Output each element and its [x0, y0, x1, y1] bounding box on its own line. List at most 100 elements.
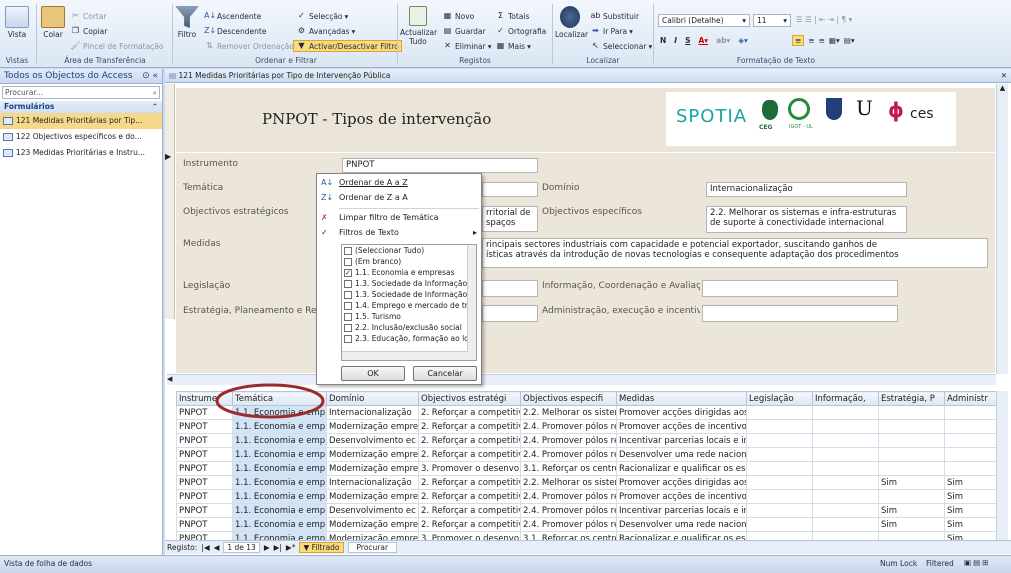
table-cell[interactable]: 1.1. Economia e emp: [232, 433, 327, 448]
scroll-up-icon[interactable]: ▲: [997, 84, 1008, 92]
font-size-select[interactable]: 11 ▾: [753, 14, 791, 27]
toggle-filter-button[interactable]: ▼ Activar/Desactivar Filtro: [293, 40, 402, 52]
table-cell[interactable]: 2. Reforçar a competitiv: [418, 475, 521, 490]
objectivos-especificos-field[interactable]: 2.2. Melhorar os sistemas e infra-estrut…: [706, 206, 907, 233]
checkbox-checked-icon[interactable]: ✓: [344, 268, 352, 277]
table-cell[interactable]: 2.4. Promover pólos re: [520, 503, 617, 518]
table-cell[interactable]: [746, 489, 813, 504]
table-cell[interactable]: Sim: [944, 503, 997, 518]
form-vertical-scrollbar[interactable]: ▲: [996, 84, 1008, 374]
cancel-button[interactable]: Cancelar: [413, 366, 477, 381]
checkbox-icon[interactable]: [344, 290, 352, 299]
table-cell[interactable]: 2. Reforçar a competitiv: [418, 503, 521, 518]
table-cell[interactable]: Internacionalização: [326, 475, 419, 490]
list-horizontal-scrollbar[interactable]: [342, 351, 468, 360]
table-cell[interactable]: 2.4. Promover pólos re: [520, 517, 617, 532]
previous-record-button[interactable]: ◀: [214, 543, 220, 552]
table-cell[interactable]: [746, 433, 813, 448]
last-record-button[interactable]: ▶|: [274, 543, 282, 552]
column-header[interactable]: Domínio: [326, 391, 419, 406]
table-cell[interactable]: [746, 419, 813, 434]
table-cell[interactable]: 2. Reforçar a competitiv: [418, 447, 521, 462]
scroll-left-icon[interactable]: ◀: [167, 375, 172, 383]
table-row[interactable]: PNPOT 1.1. Economia e emp Internacionaliza…: [176, 475, 997, 490]
paste-button[interactable]: Colar: [40, 6, 66, 39]
font-family-select[interactable]: Calibri (Detalhe) ▾: [658, 14, 750, 27]
column-header[interactable]: Objectivos especifi: [520, 391, 617, 406]
table-cell[interactable]: Modernização empre: [326, 419, 419, 434]
totals-button[interactable]: Σ Totais: [495, 11, 529, 21]
new-record-nav-button[interactable]: ▶*: [286, 543, 296, 552]
list-buttons[interactable]: ☰ ☰ | ⇤ ⇥ | ¶ ▾: [796, 15, 852, 24]
table-cell[interactable]: 2.4. Promover pólos re: [520, 433, 617, 448]
filter-option[interactable]: 1.4. Emprego e mercado de trat: [342, 300, 476, 311]
table-cell[interactable]: [878, 461, 945, 476]
table-cell[interactable]: [746, 447, 813, 462]
go-to-button[interactable]: ➡ Ir Para ▾: [590, 26, 633, 36]
table-row[interactable]: PNPOT 1.1. Economia e emp Modernização emp…: [176, 517, 997, 532]
close-icon[interactable]: ✕: [1001, 71, 1007, 80]
table-cell[interactable]: Promover acções dirigidas aos: [616, 405, 747, 420]
table-cell[interactable]: [878, 447, 945, 462]
table-cell[interactable]: [812, 405, 879, 420]
table-cell[interactable]: PNPOT: [176, 447, 233, 462]
format-painter-button[interactable]: 🖌 Pincel de Formatação: [70, 41, 163, 51]
table-cell[interactable]: PNPOT: [176, 489, 233, 504]
view-button[interactable]: Vista: [4, 6, 30, 39]
filter-option[interactable]: 2.2. Inclusão/exclusão social: [342, 322, 476, 333]
objectivos-estrategicos-field[interactable]: rritorial de spaços: [482, 206, 538, 232]
table-row[interactable]: PNPOT 1.1. Economia e emp Modernização emp…: [176, 461, 997, 476]
table-cell[interactable]: [812, 489, 879, 504]
advanced-filter-button[interactable]: ⚙ Avançadas ▾: [296, 26, 355, 36]
table-cell[interactable]: 1.1. Economia e emp: [232, 419, 327, 434]
table-cell[interactable]: Promover acções de incentivo: [616, 419, 747, 434]
table-cell[interactable]: [878, 405, 945, 420]
sort-descending-button[interactable]: Z↓ Descendente: [204, 26, 266, 36]
table-cell[interactable]: 1.1. Economia e emp: [232, 447, 327, 462]
instrumento-field[interactable]: PNPOT: [342, 158, 538, 173]
table-row[interactable]: PNPOT 1.1. Economia e emp Desenvolvimento …: [176, 503, 997, 518]
sort-az-menu-item[interactable]: A↓ Ordenar de A a Z: [317, 176, 481, 191]
filter-option[interactable]: 1.3. Sociedade de Informação e: [342, 289, 476, 300]
selection-button[interactable]: ✓ Selecção ▾: [296, 11, 348, 21]
sort-ascending-button[interactable]: A↓ Ascendente: [204, 11, 261, 21]
filter-button[interactable]: Filtro: [175, 6, 199, 39]
estrategia-field[interactable]: [482, 305, 538, 322]
table-cell[interactable]: Sim: [878, 475, 945, 490]
remove-sort-button[interactable]: ⇅ Remover Ordenação: [204, 41, 294, 51]
filter-option[interactable]: (Em branco): [342, 256, 476, 267]
table-cell[interactable]: [878, 419, 945, 434]
table-cell[interactable]: [944, 419, 997, 434]
more-button[interactable]: ▦ Mais ▾: [495, 41, 531, 51]
checkbox-icon[interactable]: [344, 323, 352, 332]
highlight-icon[interactable]: ab▾: [716, 36, 730, 45]
table-cell[interactable]: [812, 447, 879, 462]
nav-header[interactable]: Todos os Objectos do Access ⊙ «: [0, 69, 162, 84]
table-cell[interactable]: Sim: [944, 489, 997, 504]
table-cell[interactable]: 1.1. Economia e emp: [232, 475, 327, 490]
table-row[interactable]: PNPOT 1.1. Economia e emp Modernização emp…: [176, 447, 997, 462]
table-cell[interactable]: [812, 475, 879, 490]
table-cell[interactable]: PNPOT: [176, 461, 233, 476]
table-cell[interactable]: 2.2. Melhorar os sistem: [520, 475, 617, 490]
table-cell[interactable]: Promover acções dirigidas aos: [616, 475, 747, 490]
table-cell[interactable]: Desenvolvimento ec: [326, 503, 419, 518]
alternate-fill-icon[interactable]: ▤▾: [844, 36, 855, 45]
column-header[interactable]: Medidas: [616, 391, 747, 406]
table-cell[interactable]: 2.4. Promover pólos re: [520, 447, 617, 462]
record-search-input[interactable]: Procurar: [347, 542, 398, 553]
table-cell[interactable]: 2. Reforçar a competitiv: [418, 517, 521, 532]
ok-button[interactable]: OK: [341, 366, 405, 381]
checkbox-icon[interactable]: [344, 301, 352, 310]
table-cell[interactable]: [812, 517, 879, 532]
column-header[interactable]: Objectivos estratégi: [418, 391, 521, 406]
nav-item-form-123[interactable]: 123 Medidas Prioritárias e Instru...: [0, 145, 162, 161]
table-cell[interactable]: [746, 405, 813, 420]
table-cell[interactable]: PNPOT: [176, 475, 233, 490]
nav-search-input[interactable]: Procurar... ⌕: [2, 86, 160, 99]
table-cell[interactable]: 2. Reforçar a competitiv: [418, 419, 521, 434]
table-cell[interactable]: Modernização empre: [326, 517, 419, 532]
nav-item-form-121[interactable]: 121 Medidas Prioritárias por Tip...: [0, 113, 162, 129]
dominio-field[interactable]: Internacionalização: [706, 182, 907, 197]
spelling-button[interactable]: ✓ Ortografia: [495, 26, 546, 36]
